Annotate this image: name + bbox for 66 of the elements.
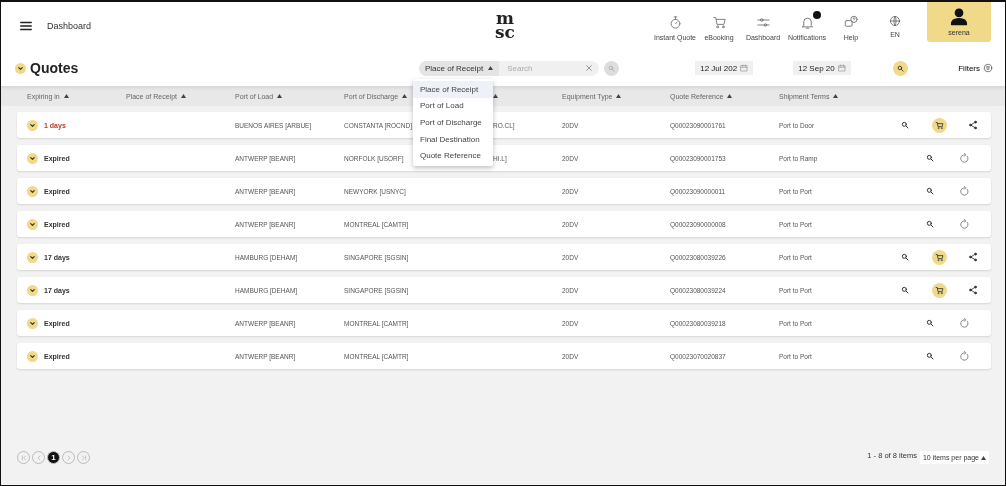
refresh-icon [958, 350, 970, 362]
search-icon [901, 121, 909, 129]
search-icon [901, 286, 909, 294]
search-input[interactable]: Search [505, 62, 586, 74]
search-icon [926, 220, 934, 228]
cart-icon [934, 285, 944, 295]
search-icon [926, 319, 934, 327]
expand-icon[interactable] [27, 251, 38, 263]
share-icon [968, 120, 978, 130]
expand-icon[interactable] [27, 317, 38, 329]
dropdown-option[interactable]: Quote Reference [413, 147, 493, 164]
menu-icon [19, 19, 33, 33]
page-button[interactable]: 1 [47, 451, 60, 464]
refresh-icon [958, 317, 970, 329]
caret-icon [981, 455, 986, 460]
user-icon [949, 7, 969, 28]
dropdown-option[interactable]: Port of Discharge [413, 114, 493, 131]
refresh-icon [958, 185, 970, 197]
close-icon [585, 64, 594, 72]
date-field[interactable]: 12 Sep 20 [793, 61, 852, 75]
globe-icon [889, 14, 901, 27]
logo[interactable]: m sc [495, 12, 515, 40]
search-field[interactable]: Search [499, 60, 600, 76]
search-icon [926, 187, 934, 195]
caret-icon [488, 66, 494, 70]
sort-icon [833, 94, 839, 98]
share-icon [968, 252, 978, 262]
sort-icon [727, 94, 733, 98]
sort-icon [493, 94, 498, 98]
search-button[interactable] [893, 60, 909, 76]
calendar-icon [838, 64, 847, 72]
expand-icon[interactable] [27, 119, 38, 131]
bell-icon [799, 14, 815, 30]
search-icon [608, 64, 616, 72]
search-icon [926, 352, 934, 360]
cart-icon [934, 252, 944, 262]
dropdown-option[interactable]: Place of Receipt [413, 81, 493, 98]
filters-button[interactable]: Filters [958, 63, 993, 73]
calendar-icon [740, 64, 749, 72]
page-title: Quotes [30, 60, 79, 76]
sort-icon [181, 94, 186, 98]
cart-icon [711, 14, 727, 30]
filter-icon [983, 63, 993, 73]
search-icon [901, 253, 909, 261]
cart-icon [934, 120, 944, 130]
expand-icon[interactable] [27, 350, 38, 362]
refresh-icon [958, 218, 970, 230]
sort-icon [63, 94, 69, 98]
help-chat-icon [843, 14, 859, 30]
share-icon [968, 285, 978, 295]
date-field[interactable]: 12 Jul 202 [695, 61, 754, 75]
refresh-icon [958, 152, 970, 164]
sort-icon [277, 94, 283, 98]
last-page-icon [79, 453, 88, 462]
expand-icon[interactable] [27, 185, 38, 197]
sort-icon [616, 94, 622, 98]
search-icon [897, 64, 905, 72]
expand-icon[interactable] [15, 62, 26, 74]
expand-icon[interactable] [27, 284, 38, 296]
sort-icon [402, 94, 408, 98]
search-icon [926, 154, 934, 162]
first-page-icon [19, 453, 28, 462]
expand-icon[interactable] [27, 152, 38, 164]
search-field-select[interactable]: Place of Receipt [418, 60, 500, 76]
breadcrumb[interactable]: Dashboard [47, 21, 92, 31]
expand-icon[interactable] [27, 218, 38, 230]
